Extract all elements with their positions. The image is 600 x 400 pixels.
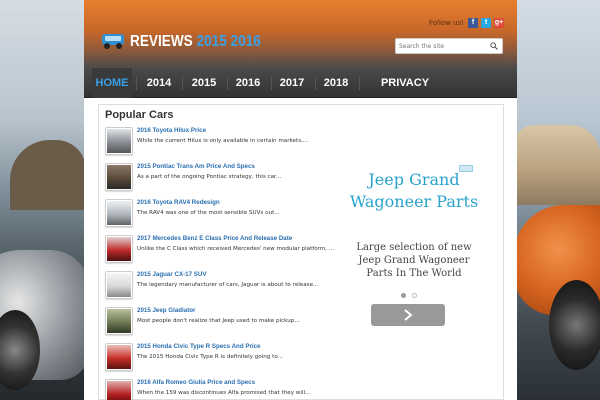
logo-years-text: 2015 2016 <box>196 33 261 50</box>
advertisement[interactable]: Jeep Grand Wagoneer Parts Large selectio… <box>349 165 479 335</box>
car-thumbnail[interactable] <box>105 343 133 371</box>
post-title-link[interactable]: 2016 Toyota Hilux Price <box>137 127 206 134</box>
search-input[interactable] <box>399 41 485 52</box>
list-item[interactable]: 2017 Mercedes Benz E Class Price And Rel… <box>105 235 335 267</box>
background-left <box>0 0 90 400</box>
thumbnail-image <box>107 201 131 225</box>
nav-item-privacy-policy[interactable]: PRIVACY POLICY <box>364 68 446 119</box>
search-icon[interactable] <box>490 42 498 50</box>
thumbnail-image <box>107 237 131 261</box>
post-excerpt: While the current Hilux is only availabl… <box>137 138 309 144</box>
site-logo[interactable]: REVIEWS 2015 2016 <box>130 33 261 51</box>
logo-car-icon[interactable] <box>100 30 126 50</box>
post-excerpt: When the 159 was discontinues Alfa promi… <box>137 390 311 396</box>
post-excerpt: The 2015 Honda Civic Type R is definitel… <box>137 354 283 360</box>
popular-cars-heading: Popular Cars <box>105 109 174 121</box>
ad-next-button[interactable] <box>371 304 445 326</box>
list-item[interactable]: 2015 Pontiac Trans Am Price And Specs As… <box>105 163 335 195</box>
nav-divider <box>227 76 228 90</box>
nav-divider <box>136 76 137 90</box>
carousel-dot-active[interactable] <box>401 293 406 298</box>
post-title-link[interactable]: 2016 Alfa Romeo Giulia Price and Specs <box>137 379 255 386</box>
ad-headline[interactable]: Jeep Grand Wagoneer Parts <box>349 169 479 213</box>
post-title-link[interactable]: 2015 Pontiac Trans Am Price And Specs <box>137 163 255 170</box>
car-thumbnail[interactable] <box>105 163 133 191</box>
thumbnail-image <box>107 165 131 189</box>
nav-divider <box>271 76 272 90</box>
post-excerpt: The legendary manufacturer of cars, Jagu… <box>137 282 319 288</box>
post-title-link[interactable]: 2015 Jeep Gladiator <box>137 307 195 314</box>
background-rock <box>10 140 86 210</box>
thumbnail-image <box>107 381 131 400</box>
thumbnail-image <box>107 273 131 297</box>
search-box <box>395 38 503 54</box>
content-panel: Popular Cars 2016 Toyota Hilux Price Whi… <box>98 104 504 400</box>
nav-item-2015[interactable]: 2015 <box>185 68 223 98</box>
ad-body-text: Large selection of new Jeep Grand Wagone… <box>356 242 472 279</box>
list-item[interactable]: 2016 Alfa Romeo Giulia Price and Specs W… <box>105 379 335 400</box>
post-title-link[interactable]: 2015 Honda Civic Type R Specs And Price <box>137 343 260 350</box>
thumbnail-image <box>107 345 131 369</box>
car-thumbnail[interactable] <box>105 379 133 400</box>
post-excerpt: As a part of the ongoing Pontiac strateg… <box>137 174 282 180</box>
list-item[interactable]: 2016 Toyota Hilux Price While the curren… <box>105 127 335 159</box>
thumbnail-image <box>107 309 131 333</box>
background-wheel <box>549 280 600 370</box>
car-thumbnail[interactable] <box>105 199 133 227</box>
background-town <box>514 125 600 205</box>
thumbnail-image <box>107 129 131 153</box>
post-title-link[interactable]: 2017 Mercedes Benz E Class Price And Rel… <box>137 235 292 242</box>
nav-divider <box>182 76 183 90</box>
post-excerpt: Most people don't realize that Jeep used… <box>137 318 300 324</box>
facebook-icon[interactable]: f <box>468 18 478 28</box>
list-item[interactable]: 2015 Honda Civic Type R Specs And Price … <box>105 343 335 375</box>
carousel-dot[interactable] <box>412 293 417 298</box>
site-container: REVIEWS 2015 2016 Follow us! f t g+ HOME… <box>84 0 517 400</box>
car-thumbnail[interactable] <box>105 235 133 263</box>
list-item[interactable]: 2016 Toyota RAV4 Redesign The RAV4 was o… <box>105 199 335 231</box>
car-thumbnail[interactable] <box>105 127 133 155</box>
car-thumbnail[interactable] <box>105 307 133 335</box>
site-header: REVIEWS 2015 2016 Follow us! f t g+ <box>84 0 517 68</box>
nav-item-home[interactable]: HOME <box>92 68 132 98</box>
background-right <box>514 0 600 400</box>
main-navigation: HOME 2014 2015 2016 2017 2018 PRIVACY PO… <box>84 68 517 119</box>
twitter-icon[interactable]: t <box>481 18 491 28</box>
nav-item-2018[interactable]: 2018 <box>317 68 355 98</box>
post-title-link[interactable]: 2016 Toyota RAV4 Redesign <box>137 199 220 206</box>
nav-item-2014[interactable]: 2014 <box>140 68 178 98</box>
post-excerpt: The RAV4 was one of the most sensible SU… <box>137 210 280 216</box>
chevron-right-icon <box>404 309 413 321</box>
list-item[interactable]: 2015 Jeep Gladiator Most people don't re… <box>105 307 335 339</box>
nav-divider <box>315 76 316 90</box>
logo-main-text: REVIEWS <box>130 33 197 50</box>
list-item[interactable]: 2015 Jaguar CX-17 SUV The legendary manu… <box>105 271 335 303</box>
post-title-link[interactable]: 2015 Jaguar CX-17 SUV <box>137 271 206 278</box>
nav-divider <box>359 76 360 90</box>
nav-item-2017[interactable]: 2017 <box>273 68 311 98</box>
car-thumbnail[interactable] <box>105 271 133 299</box>
follow-us-label: Follow us! <box>429 19 465 27</box>
google-plus-icon[interactable]: g+ <box>494 18 504 28</box>
post-excerpt: Unlike the C Class which received Merced… <box>137 246 335 252</box>
nav-item-2016[interactable]: 2016 <box>229 68 267 98</box>
